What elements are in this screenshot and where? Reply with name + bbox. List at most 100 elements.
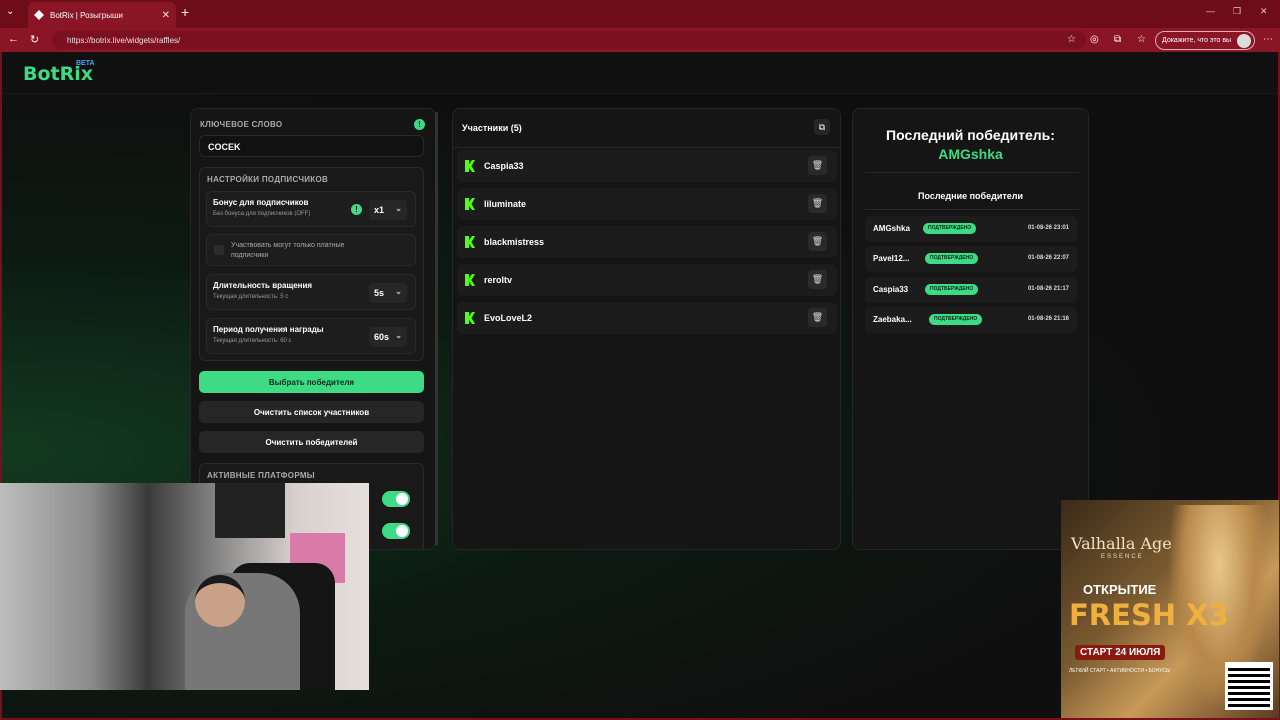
spin-value: 5s (374, 288, 385, 298)
new-tab-icon[interactable]: + (181, 4, 189, 20)
trash-icon[interactable]: 🗑 (808, 308, 827, 327)
status-badge: ПОДТВЕРЖДЕНО (925, 253, 979, 264)
platform-toggle[interactable] (382, 491, 410, 507)
keyword-input[interactable]: COCEK (199, 135, 424, 157)
clear-participants-button[interactable]: Очистить список участников (199, 401, 424, 423)
participant-name: blackmistress (484, 237, 545, 247)
participant-name: EvoLoveL2 (484, 313, 533, 323)
recent-winners-label: Последние победители (917, 191, 1024, 201)
clear-winners-button[interactable]: Очистить победителей (199, 431, 424, 453)
trash-icon[interactable]: 🗑 (808, 156, 827, 175)
participants-title: Участники (5) (462, 123, 522, 133)
last-winner-name: AMGshka (938, 146, 1003, 162)
participant-name: liluminate (484, 199, 527, 209)
keyword-label: КЛЮЧЕВОЕ СЛОВО (200, 120, 283, 129)
extension-icon[interactable]: ◎ (1090, 34, 1099, 45)
chevron-down-icon: ⌄ (395, 204, 402, 213)
winner-date: 01-08-26 21:17 (1027, 286, 1069, 292)
winner-name: Caspia33 (873, 285, 909, 294)
table-row: Pavel12... ПОДТВЕРЖДЕНО 01-08-26 22:07 (865, 246, 1077, 272)
restore-icon[interactable]: ❐ (1233, 6, 1241, 17)
winner-date: 01-08-26 22:07 (1027, 255, 1069, 261)
kick-icon (465, 274, 475, 286)
participant-name: Caspia33 (484, 161, 524, 171)
split-screen-icon[interactable]: ⧉ (1114, 34, 1121, 45)
reward-period-setting: Период получения награды Текущая длитель… (206, 318, 416, 354)
table-row: Caspia33 ПОДТВЕРЖДЕНО 01-08-26 21:17 (865, 277, 1077, 303)
scrollbar[interactable] (435, 112, 438, 546)
bonus-info-icon[interactable]: ! (351, 204, 362, 215)
kick-icon (465, 198, 475, 210)
chevron-down-icon: ⌄ (395, 331, 402, 340)
spin-select[interactable]: 5s ⌄ (369, 283, 407, 303)
url-text: https://botrix.live/widgets/raffles/ (67, 35, 181, 45)
bonus-setting: Бонус для подписчиков Без бонуса для под… (206, 191, 416, 227)
copy-icon[interactable]: ⧉ (814, 119, 830, 135)
tab-title: BotRix | Розыгрыши (50, 10, 123, 20)
reward-value: 60s (374, 332, 390, 342)
more-menu-icon[interactable]: ⋯ (1263, 34, 1273, 45)
paid-only-checkbox[interactable] (214, 245, 224, 255)
minimize-icon[interactable]: — (1206, 6, 1215, 16)
winner-name: Zaebaka... (873, 315, 912, 324)
close-window-icon[interactable]: ✕ (1260, 6, 1268, 17)
list-item: Caspia33 🗑 (457, 150, 837, 182)
tab-list-chevron-icon[interactable]: ⌄ (6, 6, 14, 17)
status-badge: ПОДТВЕРЖДЕНО (925, 284, 979, 295)
winner-name: AMGshka (873, 224, 910, 233)
list-item: blackmistress 🗑 (457, 226, 837, 258)
table-row: AMGshka ПОДТВЕРЖДЕНО 01-08-26 23:01 (865, 216, 1077, 242)
browser-tabbar: ⌄ BotRix | Розыгрыши ✕ + — ❐ ✕ (0, 0, 1280, 28)
trash-icon[interactable]: 🗑 (808, 194, 827, 213)
keyword-value: COCEK (208, 142, 241, 152)
ad-line3: СТАРТ 24 ИЮЛЯ (1075, 645, 1166, 660)
bonus-select[interactable]: x1 ⌄ (369, 200, 407, 220)
kick-icon (465, 312, 475, 324)
ad-brand: Valhalla Age (1071, 534, 1172, 553)
status-badge: ПОДТВЕРЖДЕНО (929, 314, 983, 325)
list-item: liluminate 🗑 (457, 188, 837, 220)
subs-section-title: НАСТРОЙКИ ПОДПИСЧИКОВ (207, 175, 329, 184)
participants-panel: Участники (5) ⧉ Caspia33 🗑 liluminate 🗑 bl… (452, 108, 841, 550)
qr-code (1225, 662, 1273, 710)
platform-toggle[interactable] (382, 523, 410, 539)
profile-button[interactable]: Докажите, что это вы (1155, 31, 1255, 50)
trash-icon[interactable]: 🗑 (808, 270, 827, 289)
participant-name: reroltv (484, 275, 513, 285)
paid-only-setting[interactable]: Участвовать могут только платные подписч… (206, 234, 416, 266)
winner-date: 01-08-26 21:16 (1027, 316, 1069, 322)
bonus-subtitle: Без бонуса для подписчиков (OFF) (213, 211, 311, 217)
spin-duration-setting: Длительность вращения Текущая длительнос… (206, 274, 416, 310)
spin-title: Длительность вращения (213, 281, 313, 290)
trash-icon[interactable]: 🗑 (808, 232, 827, 251)
winners-panel: Последний победитель: AMGshka Последние … (852, 108, 1089, 550)
avatar (1237, 34, 1251, 48)
spin-subtitle: Текущая длительность: 5 с (213, 294, 289, 300)
list-item: EvoLoveL2 🗑 (457, 302, 837, 334)
url-field[interactable]: https://botrix.live/widgets/raffles/ (52, 31, 1086, 49)
table-row: Zaebaka... ПОДТВЕРЖДЕНО 01-08-26 21:16 (865, 307, 1077, 333)
browser-tab[interactable]: BotRix | Розыгрыши ✕ (28, 2, 176, 28)
streamer-head-shape (195, 575, 245, 627)
ad-line1: ОТКРЫТИЕ (1083, 582, 1157, 597)
advertisement-banner[interactable]: Valhalla Age ESSENCE ОТКРЫТИЕ FRESH X3 С… (1061, 500, 1279, 718)
ad-brand-sub: ESSENCE (1101, 554, 1144, 560)
favorite-star-icon[interactable]: ☆ (1067, 34, 1076, 45)
info-icon[interactable]: ! (414, 119, 425, 130)
botrix-favicon-icon (34, 10, 44, 20)
profile-label: Докажите, что это вы (1162, 37, 1232, 44)
pick-winner-button[interactable]: Выбрать победителя (199, 371, 424, 393)
status-badge: ПОДТВЕРЖДЕНО (923, 223, 977, 234)
reward-select[interactable]: 60s ⌄ (369, 327, 407, 347)
ad-line2: FRESH X3 (1069, 598, 1229, 632)
close-tab-icon[interactable]: ✕ (162, 10, 170, 21)
kick-icon (465, 160, 475, 172)
list-item: reroltv 🗑 (457, 264, 837, 296)
back-icon[interactable]: ← (8, 33, 19, 45)
webcam-overlay (0, 483, 369, 690)
platforms-title: АКТИВНЫЕ ПЛАТФОРМЫ (207, 471, 315, 480)
paid-only-label: Участвовать могут только платные подписч… (231, 242, 345, 259)
winner-name: Pavel12... (873, 254, 910, 263)
reload-icon[interactable]: ↻ (30, 33, 39, 46)
collections-icon[interactable]: ☆ (1137, 34, 1146, 45)
